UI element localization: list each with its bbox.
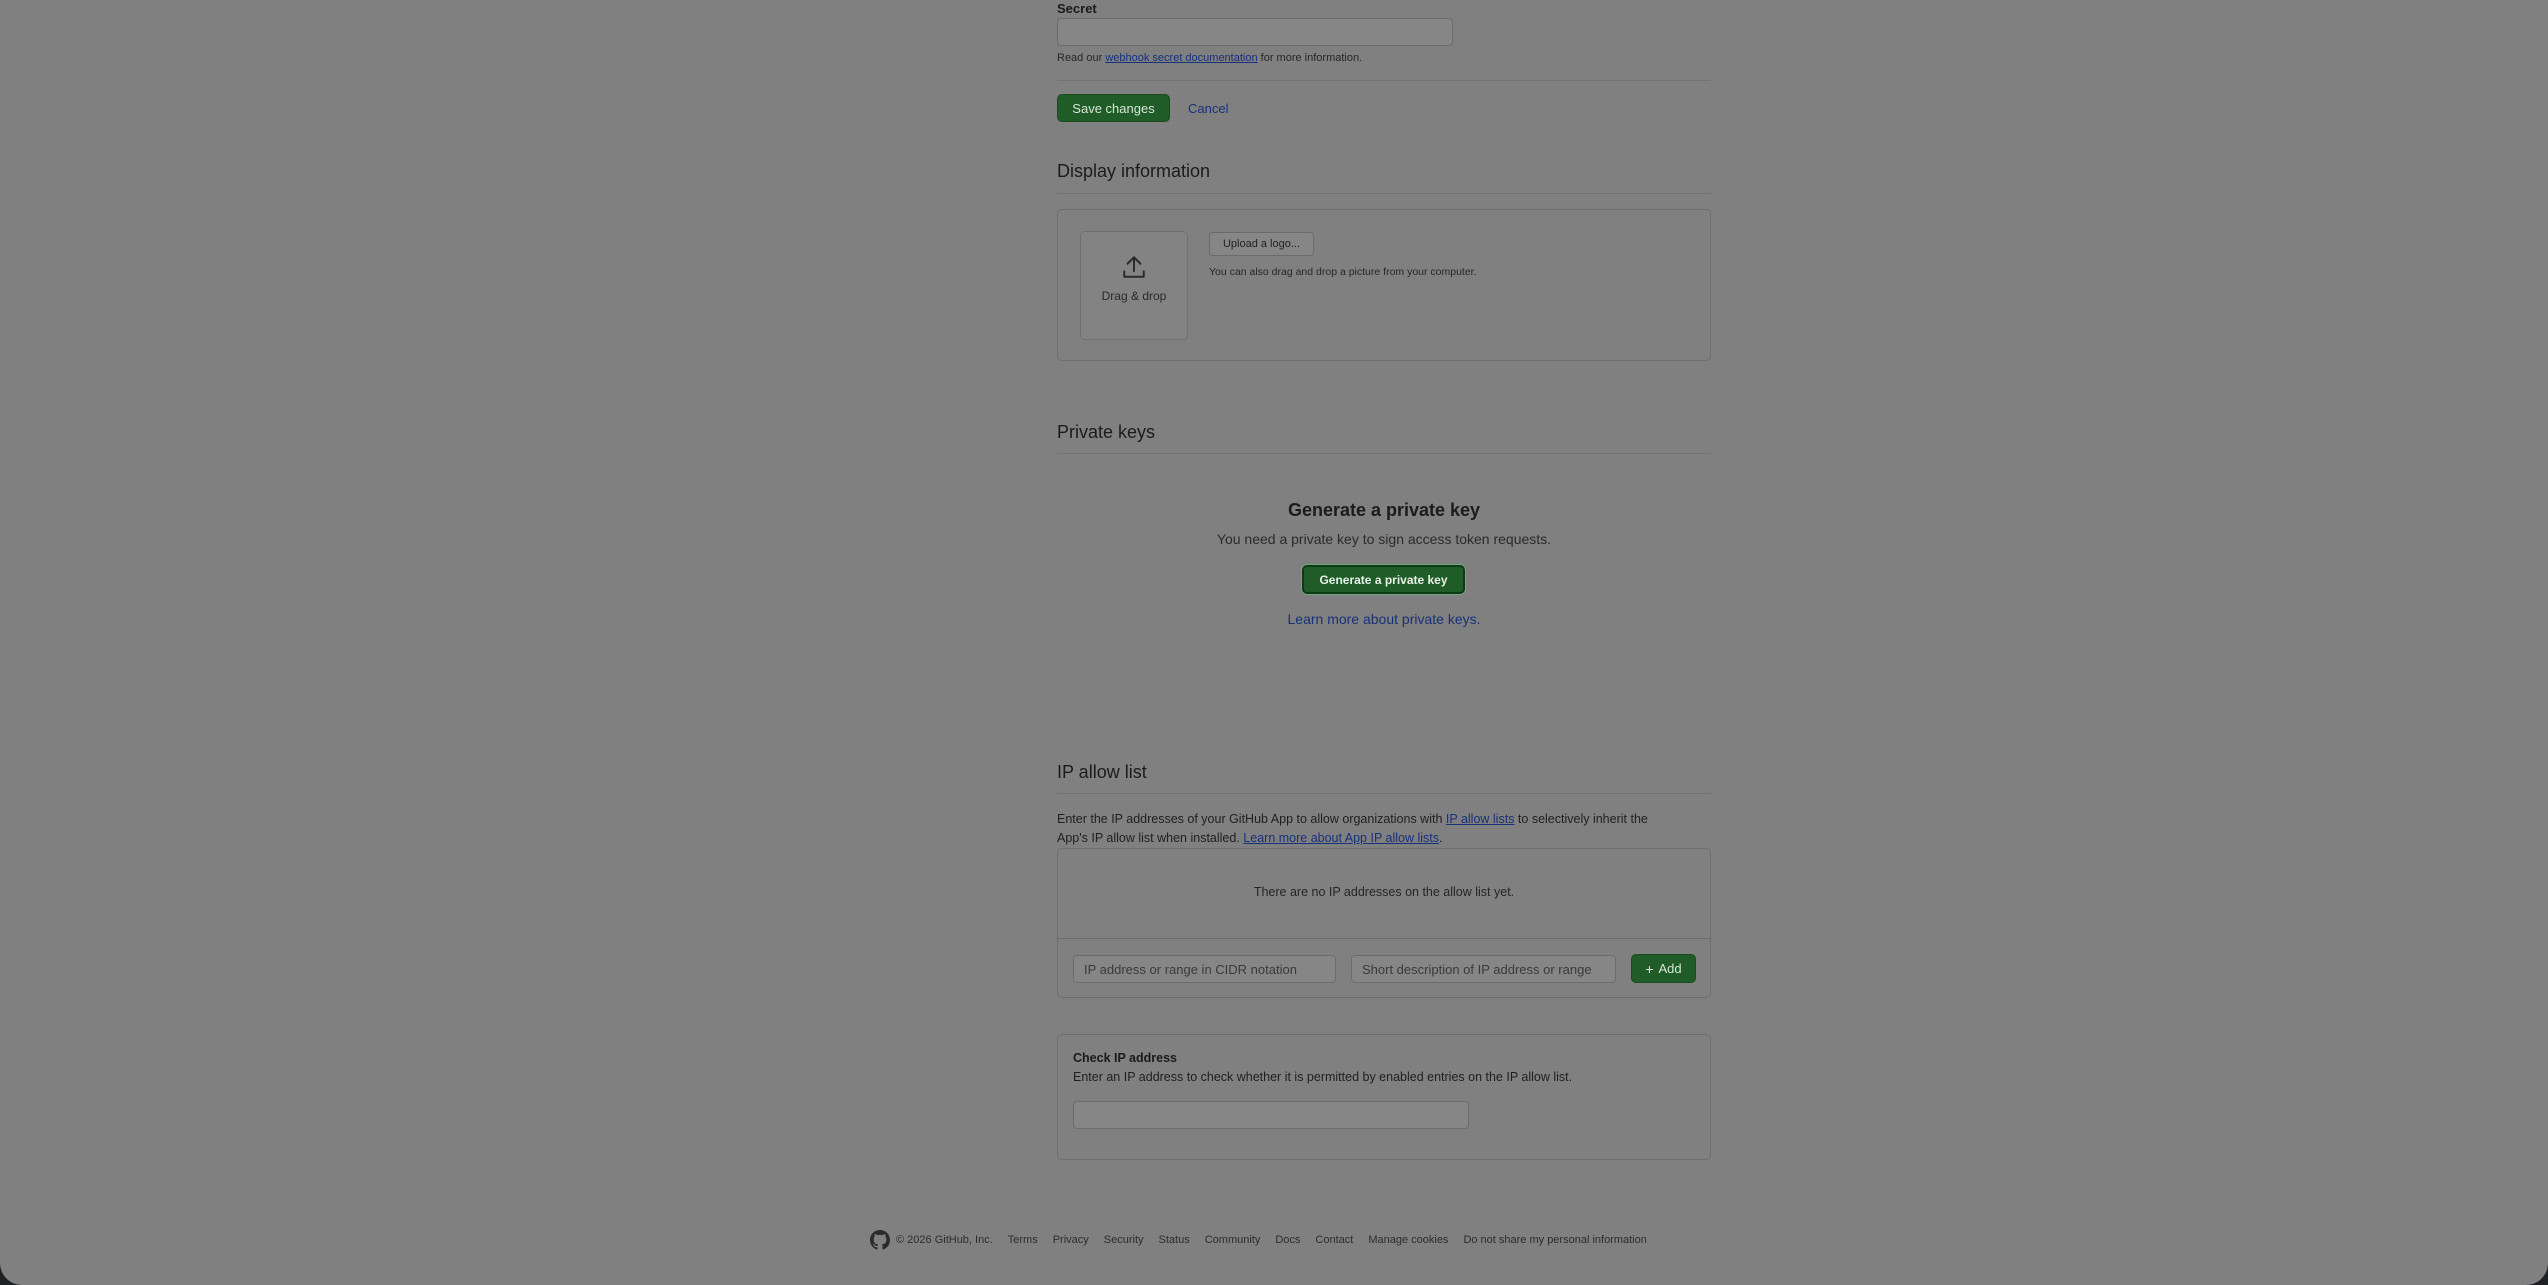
learn-more-app-ip-allow-lists-link[interactable]: Learn more about App IP allow lists <box>1243 831 1439 845</box>
ip-desc-text: App's IP allow list when installed. <box>1057 831 1240 845</box>
footer-link-community[interactable]: Community <box>1205 1234 1261 1246</box>
ip-description-input[interactable] <box>1351 955 1616 983</box>
learn-more-private-keys-link[interactable]: Learn more about private keys. <box>1057 611 1711 627</box>
page-dimmed: Secret Read our webhook secret documenta… <box>0 0 2548 1285</box>
footer-link-contact[interactable]: Contact <box>1315 1234 1353 1246</box>
divider <box>1058 938 1710 939</box>
footer-link-terms[interactable]: Terms <box>1008 1234 1038 1246</box>
divider <box>1057 793 1711 794</box>
check-ip-description: Enter an IP address to check whether it … <box>1073 1070 1573 1084</box>
check-ip-input[interactable] <box>1073 1101 1469 1129</box>
ip-allow-list-description: Enter the IP addresses of your GitHub Ap… <box>1057 810 1711 848</box>
private-keys-title: Private keys <box>1057 422 1156 442</box>
footer-link-status[interactable]: Status <box>1159 1234 1190 1246</box>
footer-copyright: © 2026 GitHub, Inc. <box>896 1234 993 1246</box>
ip-desc-text: to selectively inherit the <box>1517 812 1648 826</box>
webhook-secret-docs-link[interactable]: webhook secret documentation <box>1105 52 1257 64</box>
check-ip-title: Check IP address <box>1073 1051 1177 1065</box>
add-ip-label: Add <box>1658 961 1682 976</box>
upload-help-text: You can also drag and drop a picture fro… <box>1209 266 1477 278</box>
secret-label: Secret <box>1057 1 1097 16</box>
plus-icon: + <box>1645 960 1654 977</box>
ip-desc-text: . <box>1439 831 1443 845</box>
logo-dropzone[interactable]: Drag & drop <box>1080 231 1188 340</box>
ip-allow-lists-link[interactable]: IP allow lists <box>1446 812 1515 826</box>
divider <box>1057 453 1711 454</box>
footer-link-security[interactable]: Security <box>1104 1234 1144 1246</box>
footer: © 2026 GitHub, Inc. Terms Privacy Securi… <box>870 1230 1662 1250</box>
divider <box>1057 193 1711 194</box>
dropzone-label: Drag & drop <box>1101 289 1167 303</box>
ip-desc-text: Enter the IP addresses of your GitHub Ap… <box>1057 812 1443 826</box>
add-ip-button[interactable]: + Add <box>1631 954 1696 983</box>
footer-link-do-not-share[interactable]: Do not share my personal information <box>1463 1234 1646 1246</box>
secret-help-prefix: Read our <box>1057 52 1103 64</box>
generate-private-key-button[interactable]: Generate a private key <box>1302 565 1465 594</box>
secret-help: Read our webhook secret documentation fo… <box>1057 52 1711 64</box>
generate-key-heading: Generate a private key <box>1287 500 1481 520</box>
secret-input[interactable] <box>1057 18 1453 46</box>
divider <box>1057 80 1711 81</box>
upload-logo-button[interactable]: Upload a logo... <box>1209 232 1314 256</box>
ip-address-input[interactable] <box>1073 955 1336 983</box>
github-logo-icon[interactable] <box>870 1230 890 1250</box>
ip-allow-list-title: IP allow list <box>1057 762 1147 782</box>
upload-icon <box>1123 256 1145 278</box>
ip-empty-message: There are no IP addresses on the allow l… <box>1253 885 1515 899</box>
footer-link-manage-cookies[interactable]: Manage cookies <box>1368 1234 1448 1246</box>
cancel-link[interactable]: Cancel <box>1188 101 1228 116</box>
display-information-title: Display information <box>1057 161 1211 181</box>
secret-help-suffix: for more information. <box>1260 52 1363 64</box>
save-changes-button[interactable]: Save changes <box>1057 94 1170 122</box>
footer-link-privacy[interactable]: Privacy <box>1053 1234 1089 1246</box>
footer-link-docs[interactable]: Docs <box>1275 1234 1300 1246</box>
generate-key-description: You need a private key to sign access to… <box>1216 531 1552 547</box>
